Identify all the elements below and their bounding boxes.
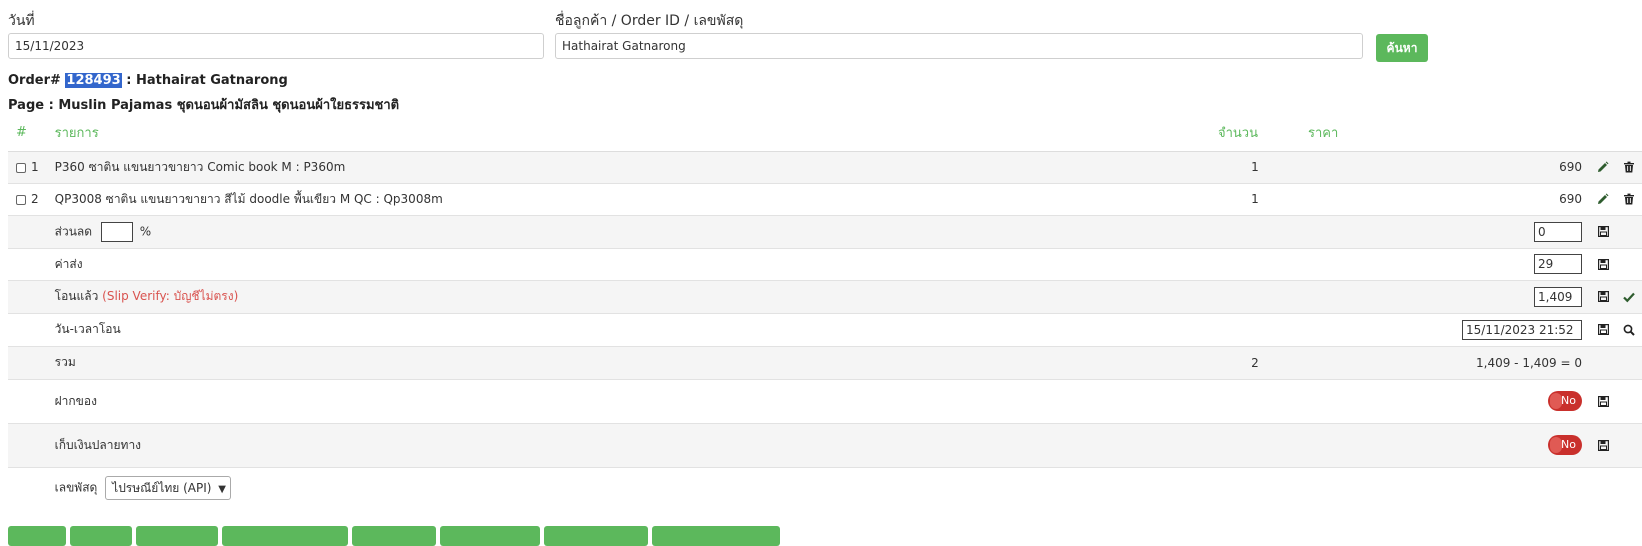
pencil-icon[interactable] xyxy=(1590,182,1616,215)
item-qty: 1 xyxy=(1210,150,1300,183)
header-item: รายการ xyxy=(46,115,1210,152)
item-name: P360 ซาติน แขนยาวขายาว Comic book M : P3… xyxy=(46,150,1210,183)
table-row: 2 QP3008 ซาติน แขนยาวขายาว สีไม้ doodle … xyxy=(8,182,1642,215)
action-button-4[interactable] xyxy=(222,526,348,546)
page-line: Page : Muslin Pajamas ชุดนอนผ้ามัสลิน ชุ… xyxy=(8,98,400,113)
deposit-toggle[interactable]: No xyxy=(1548,391,1582,411)
search-icon[interactable] xyxy=(1616,312,1642,346)
percent-unit: % xyxy=(139,224,152,238)
item-no: 1 xyxy=(31,160,39,174)
action-button-7[interactable] xyxy=(544,526,648,546)
floppy-disk-icon[interactable] xyxy=(1590,312,1616,346)
shipping-label: ค่าส่ง xyxy=(46,247,1210,280)
table-header-row: # รายการ จำนวน ราคา xyxy=(8,115,1642,152)
action-button-3[interactable] xyxy=(136,526,218,546)
item-checkbox[interactable] xyxy=(16,194,26,205)
transfer-time-row: วัน-เวลาโอน 15/11/2023 21:52 xyxy=(8,312,1642,346)
action-button-5[interactable] xyxy=(352,526,436,546)
search-button[interactable]: ค้นหา xyxy=(1376,34,1428,62)
action-button-1[interactable] xyxy=(8,526,66,546)
table-row: 1 P360 ซาติน แขนยาวขายาว Comic book M : … xyxy=(8,150,1642,183)
item-qty: 1 xyxy=(1210,182,1300,215)
floppy-disk-icon[interactable] xyxy=(1590,378,1616,423)
tracking-row: เลขพัสดุ ไปรษณีย์ไทย (API) ▼ xyxy=(8,466,1642,509)
cod-label: เก็บเงินปลายทาง xyxy=(46,422,1210,467)
item-price: 690 xyxy=(1300,182,1590,215)
item-checkbox[interactable] xyxy=(16,162,26,173)
floppy-disk-icon[interactable] xyxy=(1590,422,1616,467)
slip-verify-note: (Slip Verify: บัญชีไม่ตรง) xyxy=(102,289,239,303)
check-icon[interactable] xyxy=(1616,279,1642,313)
pencil-icon[interactable] xyxy=(1590,150,1616,183)
action-button-2[interactable] xyxy=(70,526,132,546)
order-prefix: Order# xyxy=(8,73,61,88)
transferred-input[interactable]: 1,409 xyxy=(1534,286,1582,307)
order-id: 128493 xyxy=(65,73,122,88)
total-qty: 2 xyxy=(1210,345,1300,379)
header-num: # xyxy=(8,115,47,152)
discount-row: ส่วนลด % 0 xyxy=(8,214,1642,248)
action-button-8[interactable] xyxy=(652,526,780,546)
cod-toggle[interactable]: No xyxy=(1548,435,1582,455)
header-price: ราคา xyxy=(1300,115,1590,152)
order-customer: : Hathairat Gatnarong xyxy=(126,73,288,88)
discount-percent-input[interactable] xyxy=(100,221,133,242)
deposit-label: ฝากของ xyxy=(46,378,1210,423)
order-items-table: # รายการ จำนวน ราคา 1 P360 ซาติน แขนยาวข… xyxy=(8,115,1642,509)
transferred-row: โอนแล้ว (Slip Verify: บัญชีไม่ตรง) 1,409 xyxy=(8,279,1642,313)
shipping-row: ค่าส่ง 29 xyxy=(8,247,1642,280)
tracking-label: เลขพัสดุ xyxy=(54,480,98,495)
trash-icon[interactable] xyxy=(1616,150,1642,183)
floppy-disk-icon[interactable] xyxy=(1590,247,1616,280)
transferred-label: โอนแล้ว xyxy=(54,289,99,303)
total-label: รวม xyxy=(46,345,1210,379)
date-label: วันที่ xyxy=(8,13,35,29)
chevron-down-icon: ▼ xyxy=(218,484,226,496)
floppy-disk-icon[interactable] xyxy=(1590,214,1616,248)
discount-amount-input[interactable]: 0 xyxy=(1534,221,1582,242)
customer-search-label: ชื่อลูกค้า / Order ID / เลขพัสดุ xyxy=(555,13,744,29)
cod-row: เก็บเงินปลายทาง No xyxy=(8,422,1642,467)
date-input[interactable]: 15/11/2023 xyxy=(8,33,544,59)
customer-search-input[interactable]: Hathairat Gatnarong xyxy=(555,33,1363,59)
transfer-time-label: วัน-เวลาโอน xyxy=(46,312,1210,346)
transfer-time-input[interactable]: 15/11/2023 21:52 xyxy=(1462,319,1582,340)
item-no: 2 xyxy=(31,192,39,206)
total-row: รวม 2 1,409 - 1,409 = 0 xyxy=(8,345,1642,379)
total-calc: 1,409 - 1,409 = 0 xyxy=(1300,345,1590,379)
order-title: Order# 128493 : Hathairat Gatnarong xyxy=(8,73,288,88)
header-qty: จำนวน xyxy=(1210,115,1300,152)
floppy-disk-icon[interactable] xyxy=(1590,279,1616,313)
shipping-input[interactable]: 29 xyxy=(1534,254,1582,274)
discount-label: ส่วนลด xyxy=(54,224,93,238)
action-button-6[interactable] xyxy=(440,526,540,546)
trash-icon[interactable] xyxy=(1616,182,1642,215)
item-price: 690 xyxy=(1300,150,1590,183)
item-name: QP3008 ซาติน แขนยาวขายาว สีไม้ doodle พื… xyxy=(46,182,1210,215)
carrier-select[interactable]: ไปรษณีย์ไทย (API) ▼ xyxy=(105,476,231,501)
carrier-selected: ไปรษณีย์ไทย (API) xyxy=(112,481,212,496)
deposit-row: ฝากของ No xyxy=(8,378,1642,423)
